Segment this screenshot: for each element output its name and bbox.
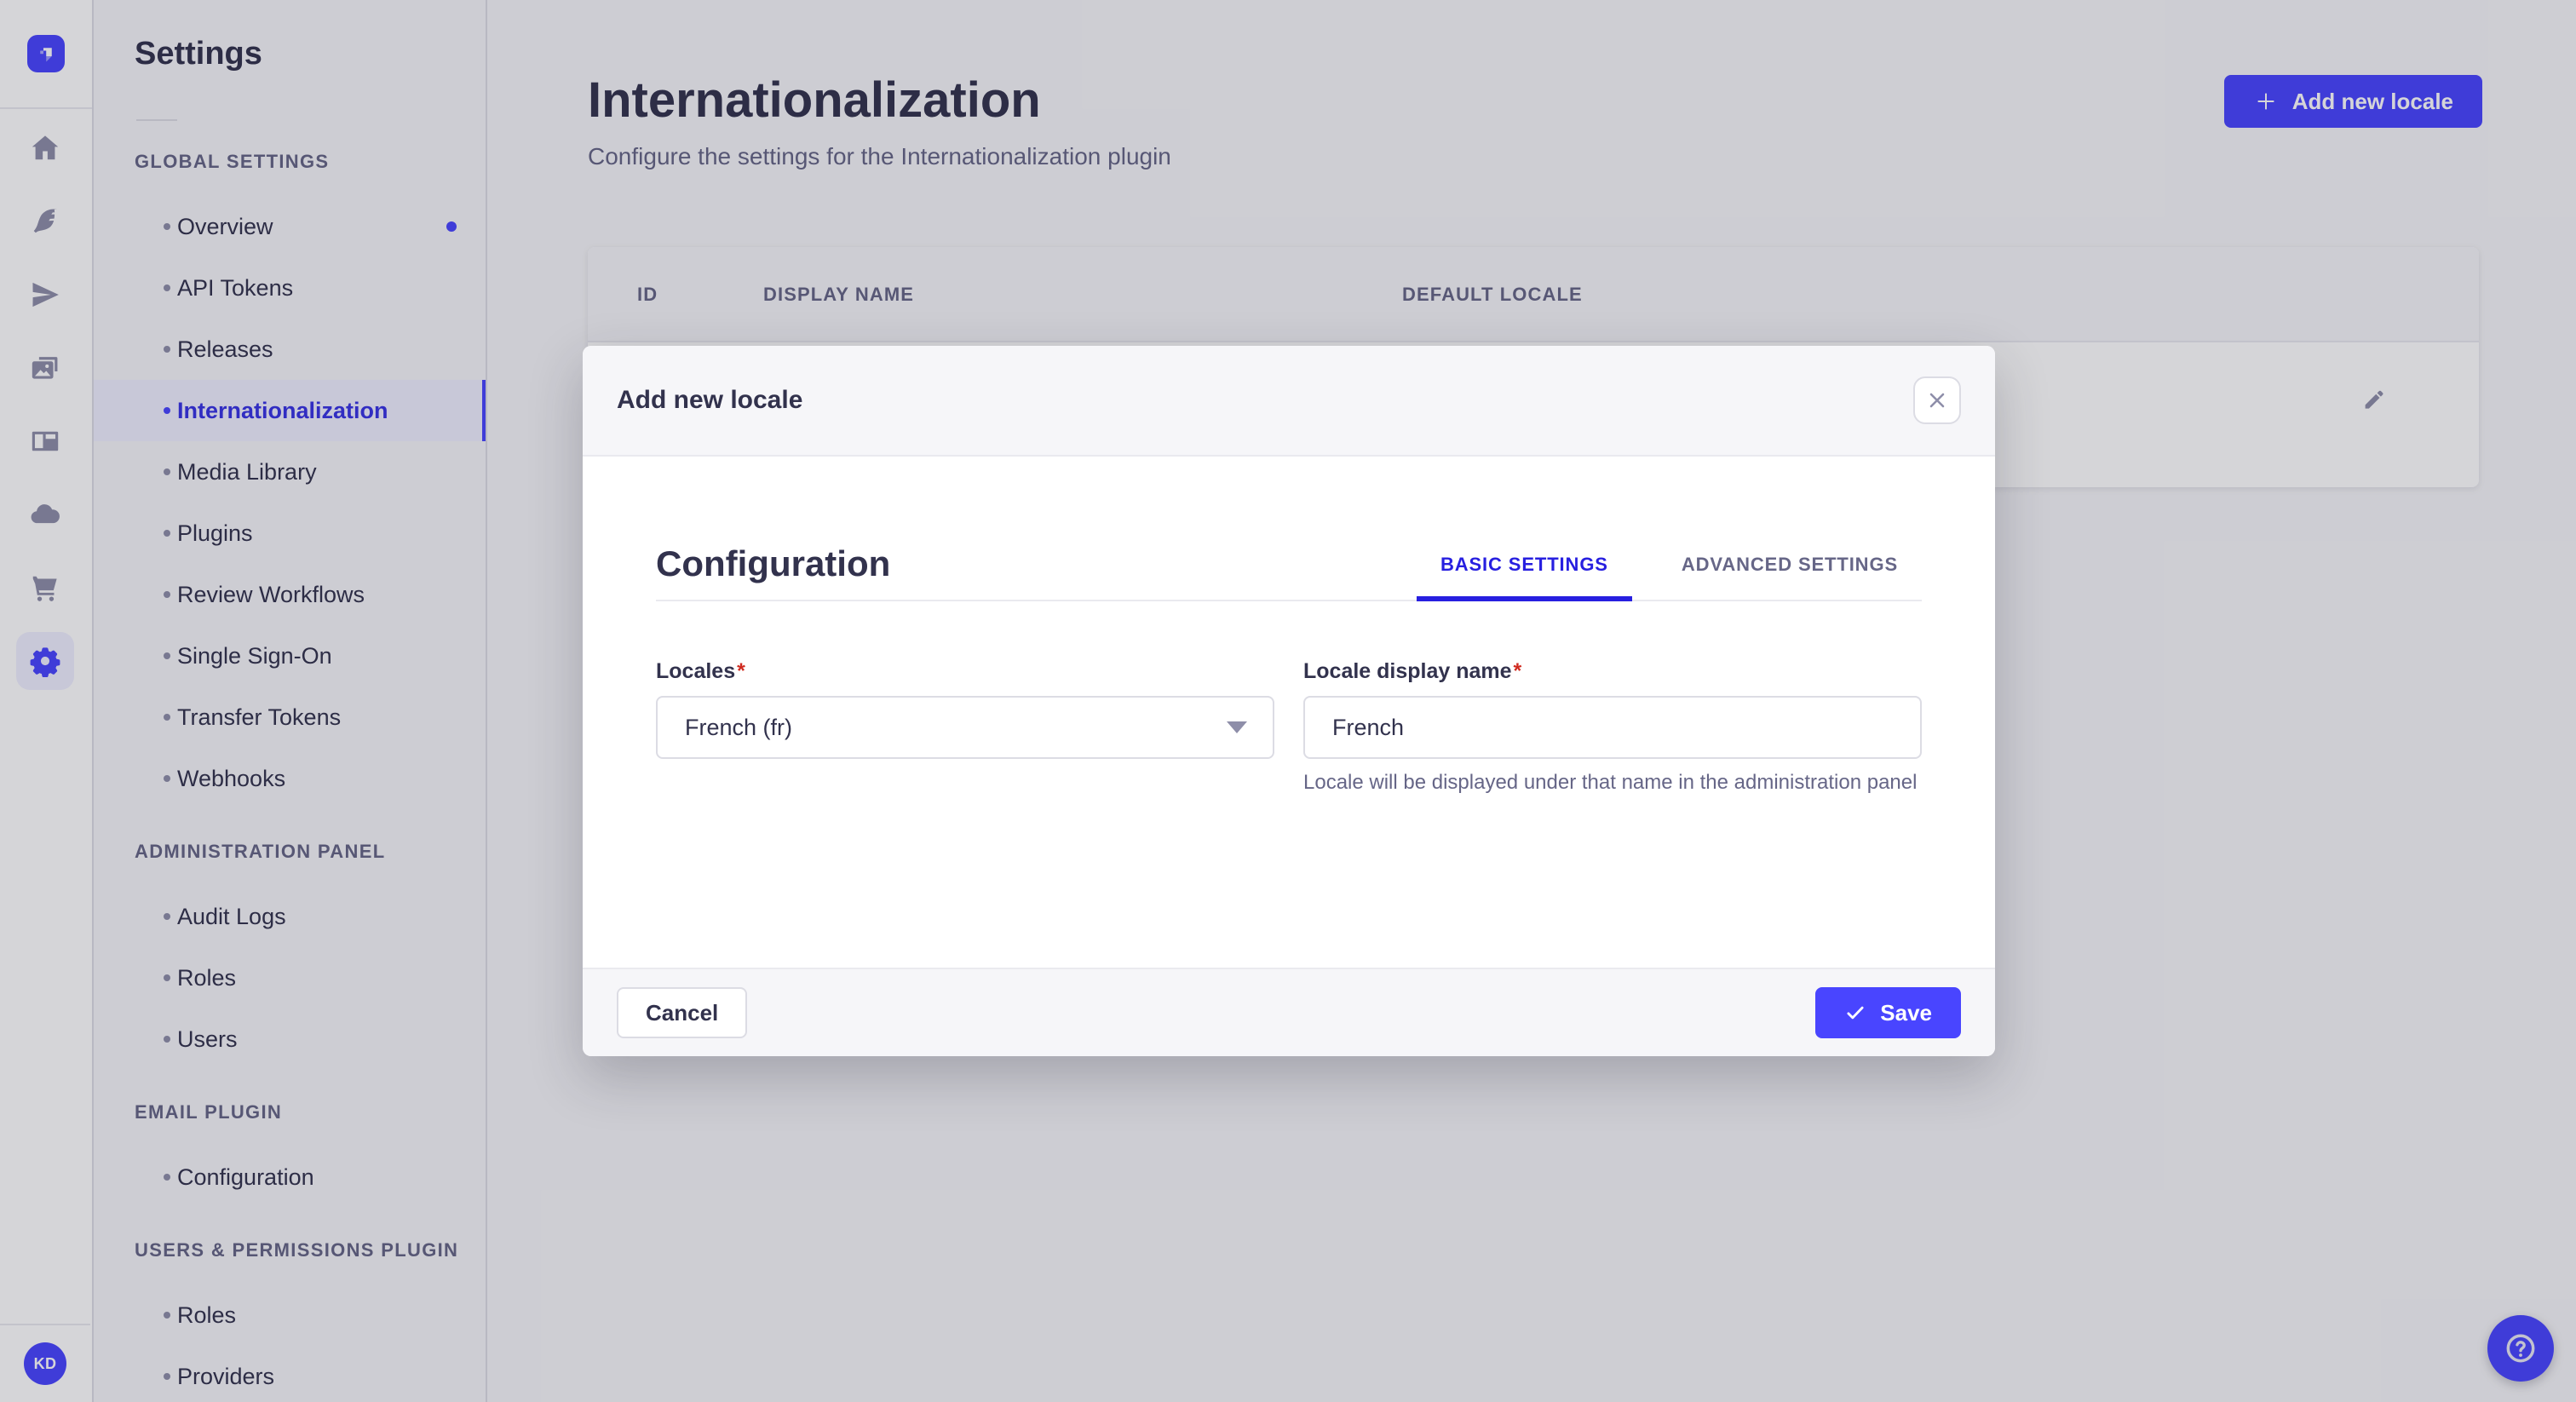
close-modal-button[interactable] — [1913, 376, 1961, 424]
locales-select-value: French (fr) — [685, 714, 793, 740]
modal-header: Add new locale — [583, 346, 1995, 457]
configuration-heading: Configuration — [656, 543, 891, 583]
save-button[interactable]: Save — [1815, 987, 1961, 1038]
locales-field: Locales * French (fr) — [656, 659, 1274, 759]
tab-basic-settings[interactable]: BASIC SETTINGS — [1416, 533, 1632, 601]
display-name-help: Locale will be displayed under that name… — [1303, 771, 1918, 794]
required-asterisk: * — [1513, 659, 1522, 683]
locales-select[interactable]: French (fr) — [656, 696, 1274, 759]
modal-tabs: BASIC SETTINGS ADVANCED SETTINGS — [1416, 533, 1922, 601]
display-name-input[interactable] — [1332, 714, 1893, 741]
display-name-label: Locale display name * — [1303, 659, 1922, 684]
display-name-input-wrap — [1303, 696, 1922, 759]
check-icon — [1847, 1006, 1864, 1020]
locales-label: Locales * — [656, 659, 1274, 684]
chevron-down-icon — [1227, 721, 1247, 733]
display-name-label-text: Locale display name — [1303, 659, 1512, 683]
cancel-button[interactable]: Cancel — [617, 987, 748, 1038]
close-icon — [1929, 393, 1945, 408]
modal-title: Add new locale — [617, 386, 803, 414]
add-locale-modal: Add new locale Configuration BASIC SETTI… — [583, 346, 1995, 1056]
modal-footer: Cancel Save — [583, 968, 1995, 1056]
tab-advanced-settings[interactable]: ADVANCED SETTINGS — [1658, 533, 1922, 601]
app-window: KD Settings GLOBAL SETTINGS Overview API T… — [0, 0, 2576, 1402]
save-button-label: Save — [1880, 999, 1932, 1026]
display-name-field: Locale display name* Locale will be disp… — [1303, 659, 1922, 796]
required-asterisk: * — [737, 659, 745, 683]
locales-label-text: Locales — [656, 659, 736, 683]
